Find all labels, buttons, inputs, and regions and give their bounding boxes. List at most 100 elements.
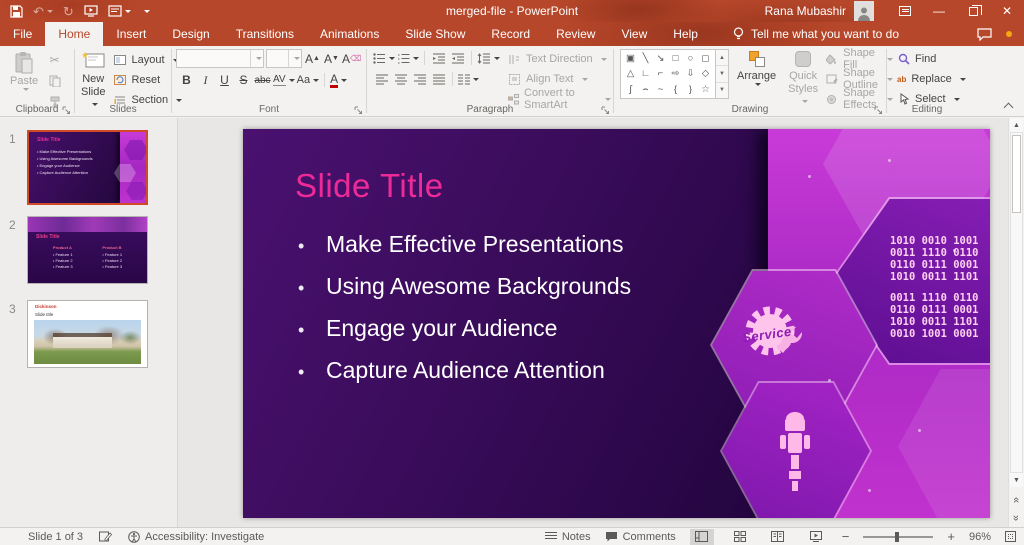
start-from-beginning-icon[interactable] bbox=[84, 5, 98, 17]
scrollbar-thumb[interactable] bbox=[1012, 135, 1021, 213]
columns-button[interactable] bbox=[458, 70, 479, 88]
shapes-gallery[interactable]: ▣ ╲ ↘ □ ○ ◻ △ ∟ ⌐ ⇨ ⇩ ◇ ∫ ⌢ ~ bbox=[620, 49, 716, 99]
slide1-thumbnail[interactable]: Slide Title • Make Effective Presentatio… bbox=[27, 130, 148, 205]
slide-show-button[interactable] bbox=[804, 529, 828, 545]
change-case-button[interactable]: Aa bbox=[297, 71, 319, 89]
zoom-out-button[interactable]: − bbox=[842, 529, 850, 544]
gallery-up-icon[interactable]: ▲ bbox=[716, 50, 728, 66]
scroll-down-icon[interactable]: ▼ bbox=[1010, 473, 1023, 487]
pen-icon[interactable] bbox=[99, 531, 112, 542]
line-spacing-button[interactable] bbox=[477, 49, 500, 67]
shape-line-icon[interactable]: ╲ bbox=[638, 51, 653, 66]
shape-elbow-arrow-icon[interactable]: ⌐ bbox=[653, 66, 668, 81]
text-shadow-button[interactable]: abc bbox=[254, 71, 271, 89]
drawing-dialog-launcher[interactable] bbox=[874, 106, 883, 115]
tab-help[interactable]: Help bbox=[660, 22, 711, 46]
tell-me-box[interactable]: Tell me what you want to do bbox=[733, 22, 899, 46]
collapse-ribbon-icon[interactable] bbox=[1005, 101, 1014, 110]
next-slide-button[interactable]: « bbox=[1010, 510, 1023, 526]
font-color-button[interactable]: A bbox=[330, 71, 347, 89]
tab-design[interactable]: Design bbox=[159, 22, 222, 46]
tab-review[interactable]: Review bbox=[543, 22, 608, 46]
shape-scribble-icon[interactable]: ∫ bbox=[623, 82, 638, 97]
tab-view[interactable]: View bbox=[608, 22, 660, 46]
save-icon[interactable] bbox=[10, 5, 23, 18]
shape-rectangle-icon[interactable]: □ bbox=[668, 51, 683, 66]
slide3-thumbnail[interactable]: Dickinson Slide title bbox=[27, 300, 148, 368]
accessibility-status[interactable]: Accessibility: Investigate bbox=[128, 531, 264, 543]
shape-freeform-icon[interactable]: ◇ bbox=[698, 66, 713, 81]
slide-sorter-view-button[interactable] bbox=[728, 529, 752, 545]
slide-editor[interactable]: Slide Title •Make Effective Presentation… bbox=[243, 129, 990, 518]
redo-icon[interactable]: ↻ bbox=[63, 5, 74, 18]
align-text-button[interactable]: Align Text bbox=[508, 70, 611, 88]
paragraph-dialog-launcher[interactable] bbox=[601, 106, 610, 115]
shape-arc-icon[interactable]: ⌢ bbox=[638, 82, 653, 97]
scrollbar-track[interactable] bbox=[1010, 132, 1023, 473]
shape-down-arrow-icon[interactable]: ⇩ bbox=[683, 66, 698, 81]
italic-button[interactable]: I bbox=[197, 71, 214, 89]
slide-title[interactable]: Slide Title bbox=[295, 167, 444, 205]
scroll-up-icon[interactable]: ▲ bbox=[1010, 118, 1023, 132]
tab-transitions[interactable]: Transitions bbox=[223, 22, 307, 46]
normal-view-button[interactable] bbox=[690, 529, 714, 545]
font-size-combobox[interactable] bbox=[266, 49, 302, 68]
paste-button[interactable]: Paste bbox=[6, 49, 42, 111]
bullets-button[interactable] bbox=[373, 49, 395, 67]
align-right-button[interactable] bbox=[411, 70, 428, 88]
justify-button[interactable] bbox=[430, 70, 447, 88]
shape-elbow-icon[interactable]: ∟ bbox=[638, 66, 653, 81]
decrease-indent-button[interactable] bbox=[430, 49, 447, 67]
undo-icon[interactable]: ↶ bbox=[33, 5, 53, 18]
slide-indicator[interactable]: Slide 1 of 3 bbox=[28, 531, 83, 543]
shape-outline-button[interactable]: Shape Outline bbox=[826, 70, 893, 88]
numbering-button[interactable] bbox=[397, 49, 419, 67]
customize-qat-icon[interactable] bbox=[141, 10, 150, 13]
bold-button[interactable]: B bbox=[178, 71, 195, 89]
new-slide-qat-icon[interactable] bbox=[108, 5, 131, 17]
shape-arrow-icon[interactable]: ↘ bbox=[653, 51, 668, 66]
zoom-level[interactable]: 96% bbox=[969, 531, 991, 543]
cut-icon[interactable]: ✂ bbox=[46, 51, 63, 69]
clipboard-dialog-launcher[interactable] bbox=[62, 106, 71, 115]
shape-left-brace-icon[interactable]: { bbox=[668, 82, 683, 97]
increase-indent-button[interactable] bbox=[449, 49, 466, 67]
font-name-combobox[interactable] bbox=[176, 49, 264, 68]
comments-bubble-icon[interactable] bbox=[977, 28, 992, 41]
shape-rounded-rect-icon[interactable]: ◻ bbox=[698, 51, 713, 66]
avatar[interactable] bbox=[854, 1, 874, 21]
zoom-slider[interactable] bbox=[863, 536, 933, 538]
shape-right-brace-icon[interactable]: } bbox=[683, 82, 698, 97]
notes-button[interactable]: Notes bbox=[545, 531, 591, 543]
gallery-down-icon[interactable]: ▼ bbox=[716, 66, 728, 82]
underline-button[interactable]: U bbox=[216, 71, 233, 89]
tab-insert[interactable]: Insert bbox=[103, 22, 159, 46]
tab-file[interactable]: File bbox=[0, 22, 45, 46]
text-direction-button[interactable]: Text Direction bbox=[508, 50, 611, 68]
ribbon-display-options-icon[interactable] bbox=[888, 0, 922, 22]
close-button[interactable]: ✕ bbox=[990, 0, 1024, 22]
shape-triangle-icon[interactable]: △ bbox=[623, 66, 638, 81]
align-center-button[interactable] bbox=[392, 70, 409, 88]
tab-record[interactable]: Record bbox=[478, 22, 543, 46]
shape-fill-button[interactable]: Shape Fill bbox=[826, 50, 893, 68]
shape-curve-icon[interactable]: ~ bbox=[653, 82, 668, 97]
zoom-in-button[interactable]: + bbox=[947, 529, 955, 544]
comments-button[interactable]: Comments bbox=[605, 531, 676, 543]
find-button[interactable]: Find bbox=[897, 50, 965, 68]
replace-button[interactable]: ab Replace bbox=[897, 70, 965, 88]
strikethrough-button[interactable]: S bbox=[235, 71, 252, 89]
character-spacing-button[interactable]: AV bbox=[273, 71, 295, 89]
slide-body-text[interactable]: •Make Effective Presentations •Using Awe… bbox=[298, 231, 631, 399]
shrink-font-button[interactable]: A▼ bbox=[323, 50, 340, 68]
tab-animations[interactable]: Animations bbox=[307, 22, 392, 46]
restore-button[interactable] bbox=[956, 0, 990, 22]
slide2-thumbnail[interactable]: Slide Title Product A • Feature 1 • Feat… bbox=[27, 216, 148, 284]
arrange-button[interactable]: Arrange bbox=[733, 49, 780, 88]
reading-view-button[interactable] bbox=[766, 529, 790, 545]
font-dialog-launcher[interactable] bbox=[354, 106, 363, 115]
quick-styles-button[interactable]: Quick Styles bbox=[784, 49, 822, 110]
shape-textbox-icon[interactable]: ▣ bbox=[623, 51, 638, 66]
tab-slide-show[interactable]: Slide Show bbox=[392, 22, 478, 46]
grow-font-button[interactable]: A▲ bbox=[304, 50, 321, 68]
